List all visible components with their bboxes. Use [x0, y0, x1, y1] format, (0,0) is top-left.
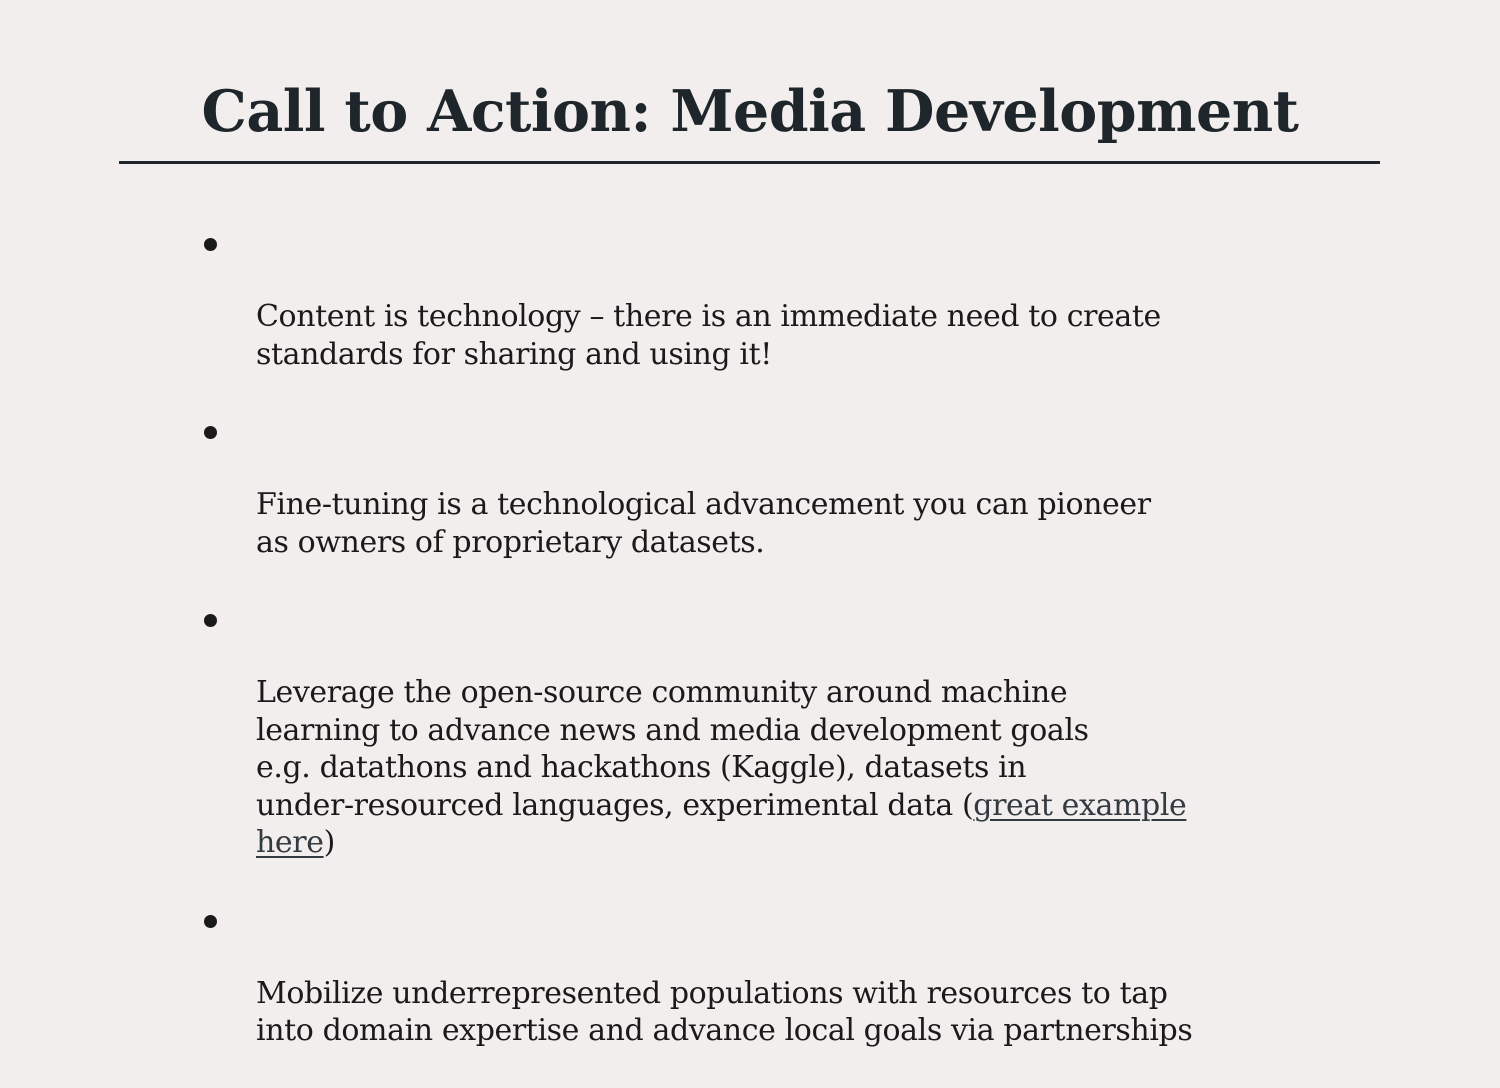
bullet-item: Fine-tuning is a technological advanceme… [200, 411, 1260, 561]
bullet-dot-icon [204, 914, 217, 928]
title-divider [119, 161, 1380, 164]
bullet-item: Mobilize underrepresented populations wi… [200, 900, 1260, 1050]
bullet-list: Content is technology – there is an imme… [200, 223, 1260, 1088]
bullet-dot-icon [204, 238, 217, 251]
bullet-text: Content is technology – there is an imme… [256, 299, 1161, 372]
slide-title: Call to Action: Media Development [201, 78, 1299, 145]
bullet-text-closing: ) [323, 825, 336, 860]
bullet-text: Leverage the open-source community aroun… [256, 675, 1089, 823]
slide: Call to Action: Media Development Conten… [0, 0, 1500, 1048]
bullet-text: Fine-tuning is a technological advanceme… [256, 487, 1151, 560]
bullet-dot-icon [204, 614, 217, 627]
bullet-item: Content is technology – there is an imme… [200, 223, 1260, 373]
bullet-dot-icon [204, 426, 217, 439]
bullet-item: Leverage the open-source community aroun… [200, 599, 1260, 862]
bullet-text: Mobilize underrepresented populations wi… [256, 975, 1193, 1049]
